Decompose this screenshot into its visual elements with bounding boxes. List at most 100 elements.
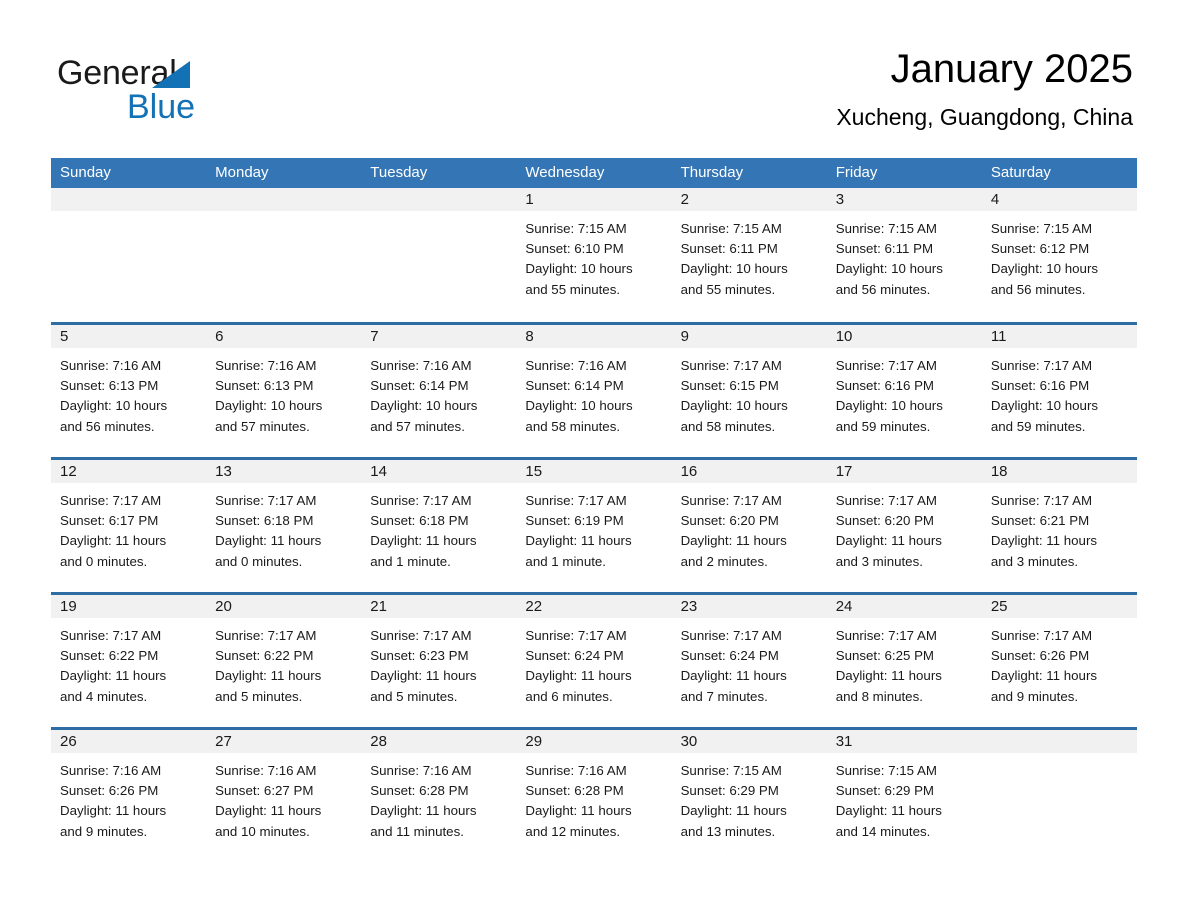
day-cell[interactable]: 11 Sunrise: 7:17 AM Sunset: 6:16 PM Dayligh… (981, 325, 1137, 457)
day-details: Sunrise: 7:17 AM Sunset: 6:22 PM Daylight:… (206, 618, 362, 727)
day-detail-line: Sunrise: 7:15 AM (680, 221, 782, 236)
day-details: Sunrise: 7:17 AM Sunset: 6:21 PM Daylight:… (981, 483, 1137, 592)
location-subtitle: Xucheng, Guangdong, China (836, 104, 1133, 130)
day-cell[interactable]: 31 Sunrise: 7:15 AM Sunset: 6:29 PM Dayligh… (826, 730, 982, 862)
weekday-header-sunday: Sunday (60, 164, 111, 181)
day-cell[interactable]: 2 Sunrise: 7:15 AM Sunset: 6:11 PM Daylight… (671, 188, 827, 322)
day-detail-line: Sunrise: 7:17 AM (370, 628, 472, 643)
day-detail-line: Daylight: 11 hours (835, 668, 942, 684)
day-detail-line: Daylight: 11 hours (835, 533, 942, 549)
day-cell[interactable]: 5 Sunrise: 7:16 AM Sunset: 6:13 PM Daylight… (51, 325, 207, 457)
day-details: Sunrise: 7:17 AM Sunset: 6:16 PM Daylight:… (826, 348, 982, 457)
day-cell[interactable]: 7 Sunrise: 7:16 AM Sunset: 6:14 PM Daylight… (361, 325, 517, 457)
day-detail-line: Daylight: 11 hours (60, 803, 167, 819)
day-cell[interactable]: 3 Sunrise: 7:15 AM Sunset: 6:11 PM Daylight… (826, 188, 982, 322)
day-cell[interactable]: 18 Sunrise: 7:17 AM Sunset: 6:21 PM Dayligh… (981, 460, 1137, 592)
day-number: 21 (370, 598, 387, 615)
day-number-band: 10 (826, 325, 982, 348)
day-number: 6 (215, 328, 224, 345)
day-detail-line: Sunset: 6:20 PM (680, 513, 779, 529)
day-cell[interactable]: 19 Sunrise: 7:17 AM Sunset: 6:22 PM Dayligh… (51, 595, 207, 727)
day-cell[interactable]: 17 Sunrise: 7:17 AM Sunset: 6:20 PM Dayligh… (826, 460, 982, 592)
day-detail-line: Daylight: 11 hours (370, 533, 477, 549)
day-cell[interactable]: 15 Sunrise: 7:17 AM Sunset: 6:19 PM Dayligh… (516, 460, 672, 592)
day-number-band: 27 (206, 730, 362, 753)
day-number-band: 13 (206, 460, 362, 483)
day-detail-line: Sunset: 6:19 PM (525, 513, 624, 529)
day-cell[interactable]: 16 Sunrise: 7:17 AM Sunset: 6:20 PM Dayligh… (671, 460, 827, 592)
day-number: 17 (835, 463, 853, 480)
day-cell[interactable]: 1 Sunrise: 7:15 AM Sunset: 6:10 PM Daylight… (516, 188, 672, 322)
day-details: Sunrise: 7:16 AM Sunset: 6:28 PM Daylight:… (516, 753, 672, 862)
generalblue-logo[interactable]: General Blue (57, 54, 317, 126)
day-cell[interactable]: 4 Sunrise: 7:15 AM Sunset: 6:12 PM Daylight… (981, 188, 1137, 322)
day-detail-line: Daylight: 10 hours (370, 398, 478, 414)
day-cell[interactable]: 20 Sunrise: 7:17 AM Sunset: 6:22 PM Dayligh… (206, 595, 362, 727)
day-detail-line: Sunset: 6:15 PM (680, 378, 779, 394)
day-number-band: 6 (206, 325, 362, 348)
day-detail-line: Sunrise: 7:16 AM (525, 358, 627, 373)
day-details: Sunrise: 7:17 AM Sunset: 6:20 PM Daylight:… (671, 483, 827, 592)
day-cell[interactable]: 23 Sunrise: 7:17 AM Sunset: 6:24 PM Dayligh… (671, 595, 827, 727)
day-cell[interactable]: 8 Sunrise: 7:16 AM Sunset: 6:14 PM Daylight… (516, 325, 672, 457)
day-number-band: 15 (516, 460, 672, 483)
day-number-band: 3 (826, 188, 982, 211)
day-cell[interactable]: 24 Sunrise: 7:17 AM Sunset: 6:25 PM Dayligh… (826, 595, 982, 727)
day-detail-line: Daylight: 10 hours (835, 398, 943, 414)
day-details: Sunrise: 7:17 AM Sunset: 6:20 PM Daylight:… (826, 483, 982, 592)
day-number-band: 9 (671, 325, 827, 348)
day-number-band: 18 (981, 460, 1137, 483)
day-cell[interactable]: 13 Sunrise: 7:17 AM Sunset: 6:18 PM Dayligh… (206, 460, 362, 592)
day-cell-empty (206, 188, 362, 322)
day-cell[interactable]: 30 Sunrise: 7:15 AM Sunset: 6:29 PM Dayligh… (671, 730, 827, 862)
day-detail-line: and 58 minutes. (680, 418, 776, 434)
day-detail-line: Daylight: 11 hours (525, 803, 632, 819)
day-detail-line: Sunset: 6:10 PM (525, 241, 624, 257)
day-detail-line: Daylight: 10 hours (215, 398, 323, 414)
day-detail-line: Daylight: 11 hours (60, 533, 167, 549)
day-detail-line: Daylight: 11 hours (680, 668, 787, 684)
day-cell[interactable]: 12 Sunrise: 7:17 AM Sunset: 6:17 PM Dayligh… (51, 460, 207, 592)
day-cell[interactable]: 22 Sunrise: 7:17 AM Sunset: 6:24 PM Dayligh… (516, 595, 672, 727)
day-detail-line: Daylight: 11 hours (215, 803, 322, 819)
day-number: 10 (835, 328, 853, 345)
day-details: Sunrise: 7:16 AM Sunset: 6:27 PM Daylight:… (206, 753, 362, 862)
day-cell[interactable]: 14 Sunrise: 7:17 AM Sunset: 6:18 PM Dayligh… (361, 460, 517, 592)
day-detail-line: Sunrise: 7:17 AM (680, 493, 782, 508)
day-cell[interactable]: 29 Sunrise: 7:16 AM Sunset: 6:28 PM Dayligh… (516, 730, 672, 862)
day-detail-line: Sunrise: 7:17 AM (60, 628, 162, 643)
day-cell[interactable]: 10 Sunrise: 7:17 AM Sunset: 6:16 PM Dayligh… (826, 325, 982, 457)
day-detail-line: Daylight: 10 hours (60, 398, 168, 414)
day-detail-line: and 6 minutes. (525, 688, 613, 704)
day-detail-line: Sunset: 6:23 PM (370, 648, 469, 664)
day-cell[interactable]: 9 Sunrise: 7:17 AM Sunset: 6:15 PM Daylight… (671, 325, 827, 457)
day-detail-line: Daylight: 10 hours (680, 261, 788, 277)
day-cell[interactable]: 6 Sunrise: 7:16 AM Sunset: 6:13 PM Daylight… (206, 325, 362, 457)
day-detail-line: Sunset: 6:28 PM (525, 783, 624, 799)
day-cell[interactable]: 21 Sunrise: 7:17 AM Sunset: 6:23 PM Dayligh… (361, 595, 517, 727)
day-cell[interactable]: 25 Sunrise: 7:17 AM Sunset: 6:26 PM Dayligh… (981, 595, 1137, 727)
day-detail-line: Sunrise: 7:16 AM (370, 358, 472, 373)
day-details: Sunrise: 7:15 AM Sunset: 6:12 PM Daylight:… (981, 211, 1137, 320)
day-detail-line: and 5 minutes. (215, 688, 303, 704)
day-detail-line: Daylight: 11 hours (215, 668, 322, 684)
weekday-header-wednesday: Wednesday (525, 164, 605, 181)
day-detail-line: Daylight: 10 hours (525, 398, 633, 414)
day-number-band: 2 (671, 188, 827, 211)
day-details: Sunrise: 7:15 AM Sunset: 6:11 PM Daylight:… (826, 211, 982, 320)
day-detail-line: Sunrise: 7:17 AM (525, 628, 627, 643)
day-cell[interactable]: 27 Sunrise: 7:16 AM Sunset: 6:27 PM Dayligh… (206, 730, 362, 862)
day-detail-line: Sunrise: 7:17 AM (525, 493, 627, 508)
day-number-band: 21 (361, 595, 517, 618)
day-number: 28 (370, 733, 387, 750)
day-detail-line: and 3 minutes. (835, 553, 923, 569)
day-detail-line: Sunrise: 7:15 AM (835, 763, 937, 778)
day-detail-line: and 11 minutes. (370, 823, 464, 839)
day-detail-line: Sunrise: 7:16 AM (215, 358, 317, 373)
day-cell[interactable]: 26 Sunrise: 7:16 AM Sunset: 6:26 PM Dayligh… (51, 730, 207, 862)
day-number: 15 (525, 463, 543, 480)
day-detail-line: and 1 minute. (370, 553, 451, 569)
day-cell[interactable]: 28 Sunrise: 7:16 AM Sunset: 6:28 PM Dayligh… (361, 730, 517, 862)
day-number-band: 22 (516, 595, 672, 618)
day-detail-line: Sunset: 6:18 PM (370, 513, 469, 529)
